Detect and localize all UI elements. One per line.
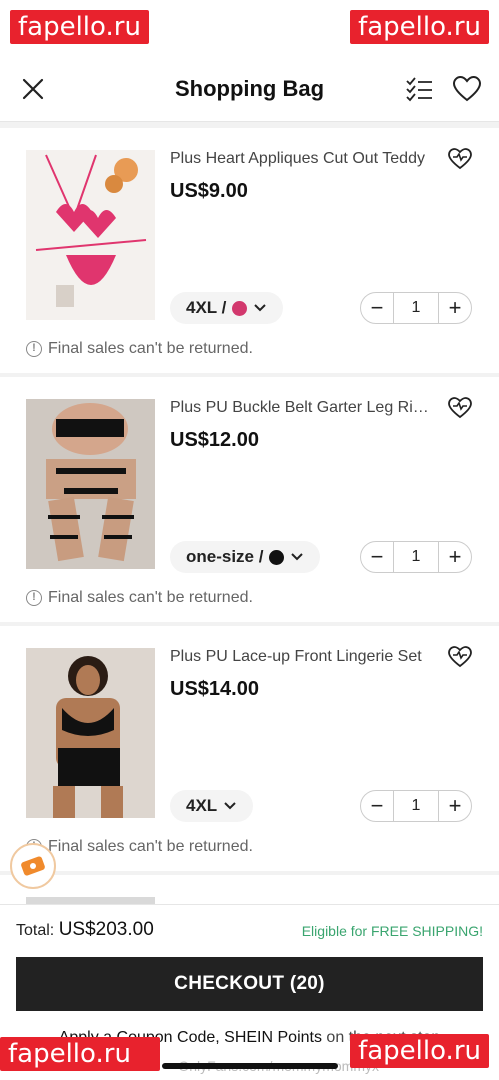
decrease-quantity-button[interactable]: −: [361, 542, 393, 572]
order-total: Total: US$203.00: [16, 919, 154, 941]
size-label: 4XL: [186, 796, 218, 815]
wishlist-heart-icon[interactable]: [452, 74, 482, 104]
final-sale-text: Final sales can't be returned.: [48, 340, 253, 357]
final-sale-notice: ! Final sales can't be returned.: [26, 589, 253, 607]
product-name[interactable]: Plus PU Buckle Belt Garter Leg Ring Set: [170, 399, 432, 417]
decrease-quantity-button[interactable]: −: [361, 791, 393, 821]
size-label: one-size /: [186, 547, 264, 566]
chevron-down-icon: [223, 790, 237, 822]
total-value: US$203.00: [58, 919, 154, 940]
save-to-wishlist-icon[interactable]: [447, 146, 473, 172]
watermark-top-right: fapello.ru: [350, 10, 489, 44]
chevron-down-icon: [290, 541, 304, 573]
info-icon: !: [26, 341, 42, 357]
product-price: US$9.00: [170, 180, 248, 202]
quantity-stepper: − 1 +: [360, 790, 472, 822]
final-sale-text: Final sales can't be returned.: [48, 838, 253, 855]
cart-item: Plus PU Lace-up Front Lingerie Set US$14…: [0, 626, 499, 871]
ticket-icon: [21, 856, 45, 876]
cart-item-list: Plus Heart Appliques Cut Out Teddy US$9.…: [0, 122, 499, 904]
color-swatch: [232, 300, 248, 316]
decrease-quantity-button[interactable]: −: [361, 293, 393, 323]
size-color-selector[interactable]: 4XL /: [170, 292, 284, 324]
save-to-wishlist-icon[interactable]: [447, 644, 473, 670]
size-color-selector[interactable]: one-size /: [170, 541, 321, 573]
product-price: US$12.00: [170, 429, 259, 451]
product-image[interactable]: [26, 648, 155, 818]
cart-item: [0, 875, 499, 904]
info-icon: !: [26, 590, 42, 606]
quantity-value[interactable]: 1: [393, 542, 439, 572]
final-sale-notice: ! Final sales can't be returned.: [26, 340, 253, 358]
navigation-bar: Shopping Bag: [0, 56, 499, 122]
coupon-float-button[interactable]: [10, 843, 56, 889]
watermark-top-left: fapello.ru: [10, 10, 149, 44]
product-image[interactable]: [26, 897, 155, 904]
cart-item: Plus Heart Appliques Cut Out Teddy US$9.…: [0, 128, 499, 373]
size-label: 4XL /: [186, 298, 227, 317]
save-to-wishlist-icon[interactable]: [447, 395, 473, 421]
increase-quantity-button[interactable]: +: [439, 293, 471, 323]
watermark-bottom-right: fapello.ru: [350, 1034, 489, 1068]
quantity-value[interactable]: 1: [393, 293, 439, 323]
watermark-bottom-left: fapello.ru: [0, 1037, 160, 1071]
chevron-down-icon: [253, 292, 267, 324]
product-name[interactable]: Plus PU Lace-up Front Lingerie Set: [170, 648, 432, 666]
checklist-icon[interactable]: [404, 74, 434, 104]
free-shipping-note: Eligible for FREE SHIPPING!: [301, 923, 483, 939]
quantity-value[interactable]: 1: [393, 791, 439, 821]
increase-quantity-button[interactable]: +: [439, 791, 471, 821]
product-price: US$14.00: [170, 678, 259, 700]
home-indicator[interactable]: [162, 1063, 338, 1069]
quantity-stepper: − 1 +: [360, 541, 472, 573]
cart-item: Plus PU Buckle Belt Garter Leg Ring Set …: [0, 377, 499, 622]
size-selector[interactable]: 4XL: [170, 790, 254, 822]
checkout-button[interactable]: CHECKOUT (20): [16, 957, 483, 1011]
color-swatch: [269, 549, 285, 565]
quantity-stepper: − 1 +: [360, 292, 472, 324]
product-image[interactable]: [26, 399, 155, 569]
increase-quantity-button[interactable]: +: [439, 542, 471, 572]
product-name[interactable]: Plus Heart Appliques Cut Out Teddy: [170, 150, 432, 168]
product-image[interactable]: [26, 150, 155, 320]
final-sale-notice: ! Final sales can't be returned.: [26, 838, 253, 856]
total-label: Total:: [16, 922, 55, 939]
final-sale-text: Final sales can't be returned.: [48, 589, 253, 606]
